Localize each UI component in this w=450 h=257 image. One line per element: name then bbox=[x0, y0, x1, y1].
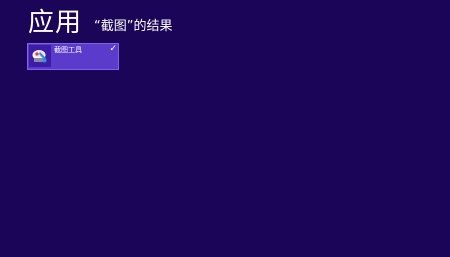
search-query-label: “截图”的结果 bbox=[94, 19, 173, 34]
page-title: 应用 bbox=[28, 8, 83, 38]
results-header: 应用 “截图”的结果 bbox=[28, 0, 173, 40]
checkmark-icon: ✓ bbox=[109, 44, 117, 54]
app-tile-snipping-tool[interactable]: 截图工具 ✓ bbox=[27, 43, 119, 70]
snipping-tool-icon bbox=[29, 45, 51, 67]
search-results-screen: 应用 “截图”的结果 截图工具 ✓ bbox=[0, 0, 450, 257]
app-tile-label: 截图工具 bbox=[54, 46, 82, 54]
